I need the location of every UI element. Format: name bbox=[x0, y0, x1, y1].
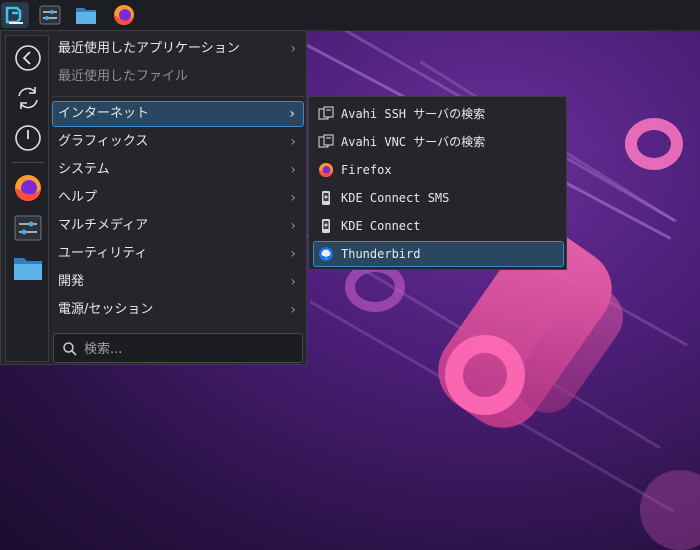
back-icon bbox=[15, 45, 41, 71]
menu-item-label: 電源/セッション bbox=[58, 302, 154, 317]
file-manager-launcher[interactable] bbox=[72, 2, 100, 28]
submenu-item-kde-connect[interactable]: KDE Connect bbox=[313, 213, 564, 239]
power-button[interactable] bbox=[12, 122, 44, 154]
refresh-icon bbox=[18, 87, 38, 109]
chevron-right-icon: › bbox=[290, 218, 296, 234]
menu-item-power-session[interactable]: 電源/セッション › bbox=[52, 297, 304, 323]
refresh-button[interactable] bbox=[12, 82, 44, 114]
submenu-item-thunderbird[interactable]: Thunderbird bbox=[313, 241, 564, 267]
menu-item-label: ユーティリティ bbox=[58, 246, 148, 261]
system-settings-favorite[interactable] bbox=[12, 212, 44, 244]
chevron-right-icon: › bbox=[290, 162, 296, 178]
menu-item-system[interactable]: システム › bbox=[52, 157, 304, 183]
firefox-favorite[interactable] bbox=[12, 172, 44, 204]
top-panel bbox=[0, 0, 700, 31]
chevron-right-icon: › bbox=[290, 274, 296, 290]
menu-item-label: ヘルプ bbox=[58, 190, 98, 205]
system-settings-icon bbox=[14, 215, 42, 241]
search-input[interactable] bbox=[82, 338, 296, 360]
app-launcher-icon bbox=[5, 6, 23, 24]
kde-connect-icon bbox=[322, 219, 330, 233]
firefox-icon bbox=[319, 163, 333, 177]
favorites-bar bbox=[5, 35, 49, 362]
menu-item-label: 最近使用したアプリケーション bbox=[58, 41, 240, 56]
menu-item-recent-files[interactable]: 最近使用したファイル bbox=[52, 64, 304, 90]
network-browser-icon bbox=[318, 134, 334, 148]
search-box bbox=[53, 333, 303, 363]
chevron-right-icon: › bbox=[290, 41, 296, 57]
power-icon bbox=[15, 125, 41, 151]
system-settings-launcher[interactable] bbox=[36, 2, 64, 28]
submenu-item-label: KDE Connect SMS bbox=[341, 191, 450, 205]
submenu-item-label: Avahi SSH サーバの検索 bbox=[341, 107, 486, 121]
firefox-launcher[interactable] bbox=[110, 2, 138, 28]
submenu-item-kde-connect-sms[interactable]: KDE Connect SMS bbox=[313, 185, 564, 211]
submenu-item-label: Thunderbird bbox=[341, 247, 421, 261]
menu-item-utilities[interactable]: ユーティリティ › bbox=[52, 241, 304, 267]
submenu-item-avahi-vnc[interactable]: Avahi VNC サーバの検索 bbox=[313, 129, 564, 155]
menu-item-multimedia[interactable]: マルチメディア › bbox=[52, 213, 304, 239]
internet-submenu: Avahi SSH サーバの検索 Avahi VNC サーバの検索 Firefo… bbox=[308, 96, 567, 270]
application-menu: 最近使用したアプリケーション › 最近使用したファイル インターネット › グラ… bbox=[0, 30, 307, 365]
menu-item-label: グラフィックス bbox=[58, 134, 149, 149]
menu-item-recent-apps[interactable]: 最近使用したアプリケーション › bbox=[52, 36, 304, 62]
kde-connect-icon bbox=[322, 191, 330, 205]
menu-separator bbox=[52, 96, 304, 97]
submenu-item-firefox[interactable]: Firefox bbox=[313, 157, 564, 183]
menu-item-label: 開発 bbox=[58, 274, 85, 289]
app-launcher-button[interactable] bbox=[1, 2, 29, 28]
file-manager-favorite[interactable] bbox=[12, 252, 44, 284]
network-browser-icon bbox=[318, 106, 334, 120]
search-icon bbox=[63, 342, 77, 356]
menu-item-development[interactable]: 開発 › bbox=[52, 269, 304, 295]
menu-item-label: 最近使用したファイル bbox=[58, 69, 189, 84]
firefox-icon bbox=[114, 5, 134, 25]
menu-item-label: マルチメディア bbox=[58, 218, 149, 233]
chevron-right-icon: › bbox=[289, 106, 295, 122]
submenu-item-label: KDE Connect bbox=[341, 219, 421, 233]
chevron-right-icon: › bbox=[290, 134, 296, 150]
menu-item-help[interactable]: ヘルプ › bbox=[52, 185, 304, 211]
submenu-item-label: Avahi VNC サーバの検索 bbox=[341, 135, 486, 149]
menu-item-label: システム bbox=[58, 162, 110, 177]
thunderbird-icon bbox=[319, 247, 333, 261]
firefox-icon bbox=[15, 175, 41, 201]
chevron-right-icon: › bbox=[290, 190, 296, 206]
menu-item-label: インターネット bbox=[58, 106, 150, 121]
chevron-right-icon: › bbox=[290, 302, 296, 318]
system-settings-icon bbox=[39, 5, 61, 25]
submenu-item-label: Firefox bbox=[341, 163, 392, 177]
menu-item-graphics[interactable]: グラフィックス › bbox=[52, 129, 304, 155]
back-button[interactable] bbox=[12, 42, 44, 74]
submenu-item-avahi-ssh[interactable]: Avahi SSH サーバの検索 bbox=[313, 101, 564, 127]
file-manager-icon bbox=[14, 258, 42, 280]
menu-item-internet[interactable]: インターネット › bbox=[52, 101, 304, 127]
chevron-right-icon: › bbox=[290, 246, 296, 262]
favorites-separator bbox=[12, 162, 44, 163]
file-manager-icon bbox=[76, 8, 96, 24]
